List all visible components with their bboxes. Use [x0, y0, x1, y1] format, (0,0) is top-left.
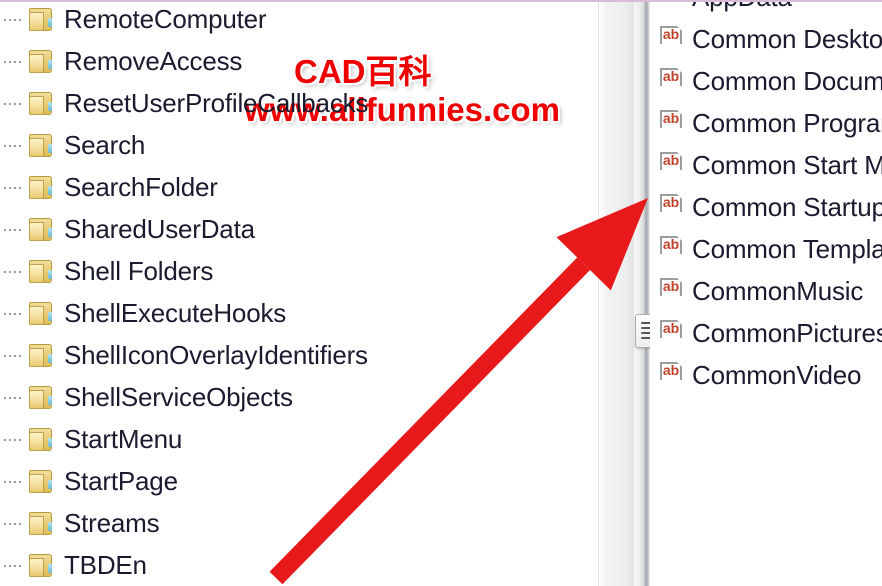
- tree-item[interactable]: ShellExecuteHooks: [0, 292, 286, 334]
- value-item[interactable]: ab Common Desktop: [650, 18, 882, 60]
- string-value-icon: ab: [658, 361, 686, 389]
- tree-connector-line: [0, 124, 26, 166]
- value-item-label: Common Templates: [692, 233, 882, 264]
- value-item[interactable]: ab CommonMusic: [650, 270, 863, 312]
- value-item-label: CommonPictures: [692, 317, 882, 348]
- tree-item[interactable]: SearchFolder: [0, 166, 218, 208]
- tree-item-label: Search: [64, 129, 146, 160]
- tree-item[interactable]: RemoteComputer: [0, 2, 267, 40]
- tree-item[interactable]: SharedUserData: [0, 208, 255, 250]
- tree-item-label: ShellServiceObjects: [64, 381, 293, 412]
- tree-connector-line: [0, 376, 26, 418]
- registry-key-tree[interactable]: RemoteComputer RemoveAccess ResetUserProfi…: [0, 2, 598, 586]
- tree-item[interactable]: ShellServiceObjects: [0, 376, 293, 418]
- value-item-label: Common Startup: [692, 191, 882, 222]
- string-value-icon: ab: [658, 25, 686, 53]
- folder-icon: [26, 509, 56, 537]
- folder-icon: [26, 89, 56, 117]
- tree-connector-line: [0, 82, 26, 124]
- folder-icon: [26, 5, 56, 33]
- value-item-label: Common Programs: [692, 107, 882, 138]
- tree-item[interactable]: StartPage: [0, 460, 178, 502]
- tree-item-label: ResetUserProfileCallbacks: [64, 87, 369, 118]
- tree-item[interactable]: StartMenu: [0, 418, 182, 460]
- value-item-label: Common Start Menu: [692, 149, 882, 180]
- value-item-label: Common Documents: [692, 65, 882, 96]
- tree-item-label: TBDEn: [64, 549, 147, 580]
- value-item-label: AppData: [692, 2, 792, 13]
- tree-item-label: ShellIconOverlayIdentifiers: [64, 339, 368, 370]
- tree-connector-line: [0, 334, 26, 376]
- string-value-icon: ab: [658, 2, 686, 11]
- value-item-label: CommonVideo: [692, 359, 862, 390]
- tree-item-label: SharedUserData: [64, 213, 255, 244]
- value-item[interactable]: abCommon Templates: [650, 228, 882, 270]
- folder-icon: [26, 215, 56, 243]
- folder-icon: [26, 467, 56, 495]
- tree-item[interactable]: Shell Folders: [0, 250, 213, 292]
- panel-splitter[interactable]: [634, 2, 659, 586]
- tree-item-label: SearchFolder: [64, 171, 218, 202]
- tree-item[interactable]: Streams: [0, 502, 160, 544]
- value-item-label: Common Desktop: [692, 23, 882, 54]
- tree-connector-line: [0, 292, 26, 334]
- folder-icon: [26, 341, 56, 369]
- value-item[interactable]: ab Common Startup: [650, 186, 882, 228]
- tree-item-label: RemoteComputer: [64, 3, 267, 34]
- string-value-icon: ab: [658, 193, 686, 221]
- tree-item[interactable]: ShellIconOverlayIdentifiers: [0, 334, 368, 376]
- folder-icon: [26, 131, 56, 159]
- value-item[interactable]: abCommon Start Menu: [650, 144, 882, 186]
- folder-icon: [26, 299, 56, 327]
- tree-connector-line: [0, 418, 26, 460]
- registry-editor-screenshot: RemoteComputer RemoveAccess ResetUserProfi…: [0, 0, 882, 586]
- string-value-icon: ab: [658, 277, 686, 305]
- tree-item-label: Shell Folders: [64, 255, 214, 286]
- tree-connector-line: [0, 166, 26, 208]
- tree-connector-line: [0, 544, 26, 586]
- string-value-icon: ab: [658, 319, 686, 347]
- value-item[interactable]: abCommon Documents: [650, 60, 882, 102]
- tree-item[interactable]: RemoveAccess: [0, 40, 242, 82]
- value-item-label: CommonMusic: [692, 275, 864, 306]
- tree-connector-line: [0, 460, 26, 502]
- folder-icon: [26, 425, 56, 453]
- string-value-icon: ab: [658, 67, 686, 95]
- tree-item-label: StartPage: [64, 465, 178, 496]
- tree-connector-line: [0, 2, 26, 40]
- value-item[interactable]: ab AppData: [650, 2, 792, 18]
- tree-item[interactable]: ResetUserProfileCallbacks: [0, 82, 368, 124]
- tree-connector-line: [0, 40, 26, 82]
- folder-icon: [26, 383, 56, 411]
- tree-item-label: StartMenu: [64, 423, 183, 454]
- tree-connector-line: [0, 208, 26, 250]
- string-value-icon: ab: [658, 235, 686, 263]
- tree-item[interactable]: TBDEn: [0, 544, 147, 586]
- string-value-icon: ab: [658, 151, 686, 179]
- registry-values-list[interactable]: abAppDataabCommon DesktopabCommon Docume…: [650, 2, 882, 586]
- value-item[interactable]: ab CommonPictures: [650, 312, 882, 354]
- tree-connector-line: [0, 250, 26, 292]
- value-item[interactable]: ab CommonVideo: [650, 354, 862, 396]
- string-value-icon: ab: [658, 109, 686, 137]
- value-item[interactable]: abCommon Programs: [650, 102, 882, 144]
- tree-vertical-scrollbar[interactable]: [598, 2, 634, 586]
- tree-item-label: Streams: [64, 507, 160, 538]
- tree-item[interactable]: Search: [0, 124, 145, 166]
- folder-icon: [26, 47, 56, 75]
- tree-item-label: ShellExecuteHooks: [64, 297, 287, 328]
- tree-item-label: RemoveAccess: [64, 45, 243, 76]
- folder-icon: [26, 551, 56, 579]
- tree-connector-line: [0, 502, 26, 544]
- folder-icon: [26, 173, 56, 201]
- folder-icon: [26, 257, 56, 285]
